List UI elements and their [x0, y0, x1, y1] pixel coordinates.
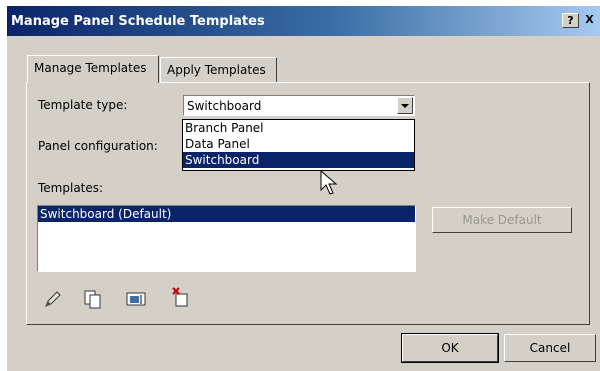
edit-icon[interactable] — [42, 288, 64, 310]
template-type-value: Switchboard — [187, 99, 262, 113]
duplicate-icon[interactable] — [82, 288, 104, 310]
rename-icon[interactable] — [125, 288, 147, 310]
dropdown-option-branch-panel[interactable]: Branch Panel — [183, 120, 414, 136]
template-type-dropdown-list[interactable]: Branch Panel Data Panel Switchboard — [182, 119, 415, 171]
template-type-label: Template type: — [38, 98, 128, 112]
make-default-button[interactable]: Make Default — [432, 207, 572, 233]
cancel-button[interactable]: Cancel — [504, 334, 596, 362]
window-title: Manage Panel Schedule Templates — [11, 14, 265, 29]
close-button[interactable]: X — [581, 13, 598, 28]
templates-label: Templates: — [38, 181, 104, 195]
chevron-down-icon — [401, 104, 409, 108]
templates-listbox[interactable]: Switchboard (Default) — [37, 205, 416, 272]
dropdown-option-switchboard[interactable]: Switchboard — [183, 152, 414, 168]
delete-icon[interactable] — [170, 286, 192, 308]
tab-apply-templates[interactable]: Apply Templates — [160, 57, 277, 82]
title-bar[interactable]: Manage Panel Schedule Templates ? X — [7, 6, 600, 36]
dropdown-option-data-panel[interactable]: Data Panel — [183, 136, 414, 152]
mouse-pointer-icon — [320, 170, 338, 195]
ok-button[interactable]: OK — [401, 333, 499, 363]
list-item[interactable]: Switchboard (Default) — [38, 206, 415, 222]
help-button[interactable]: ? — [562, 13, 579, 28]
tab-manage-templates[interactable]: Manage Templates — [27, 55, 159, 83]
combo-dropdown-button[interactable] — [397, 97, 413, 114]
template-type-combobox[interactable]: Switchboard — [183, 95, 415, 116]
panel-configuration-label: Panel configuration: — [38, 139, 158, 153]
